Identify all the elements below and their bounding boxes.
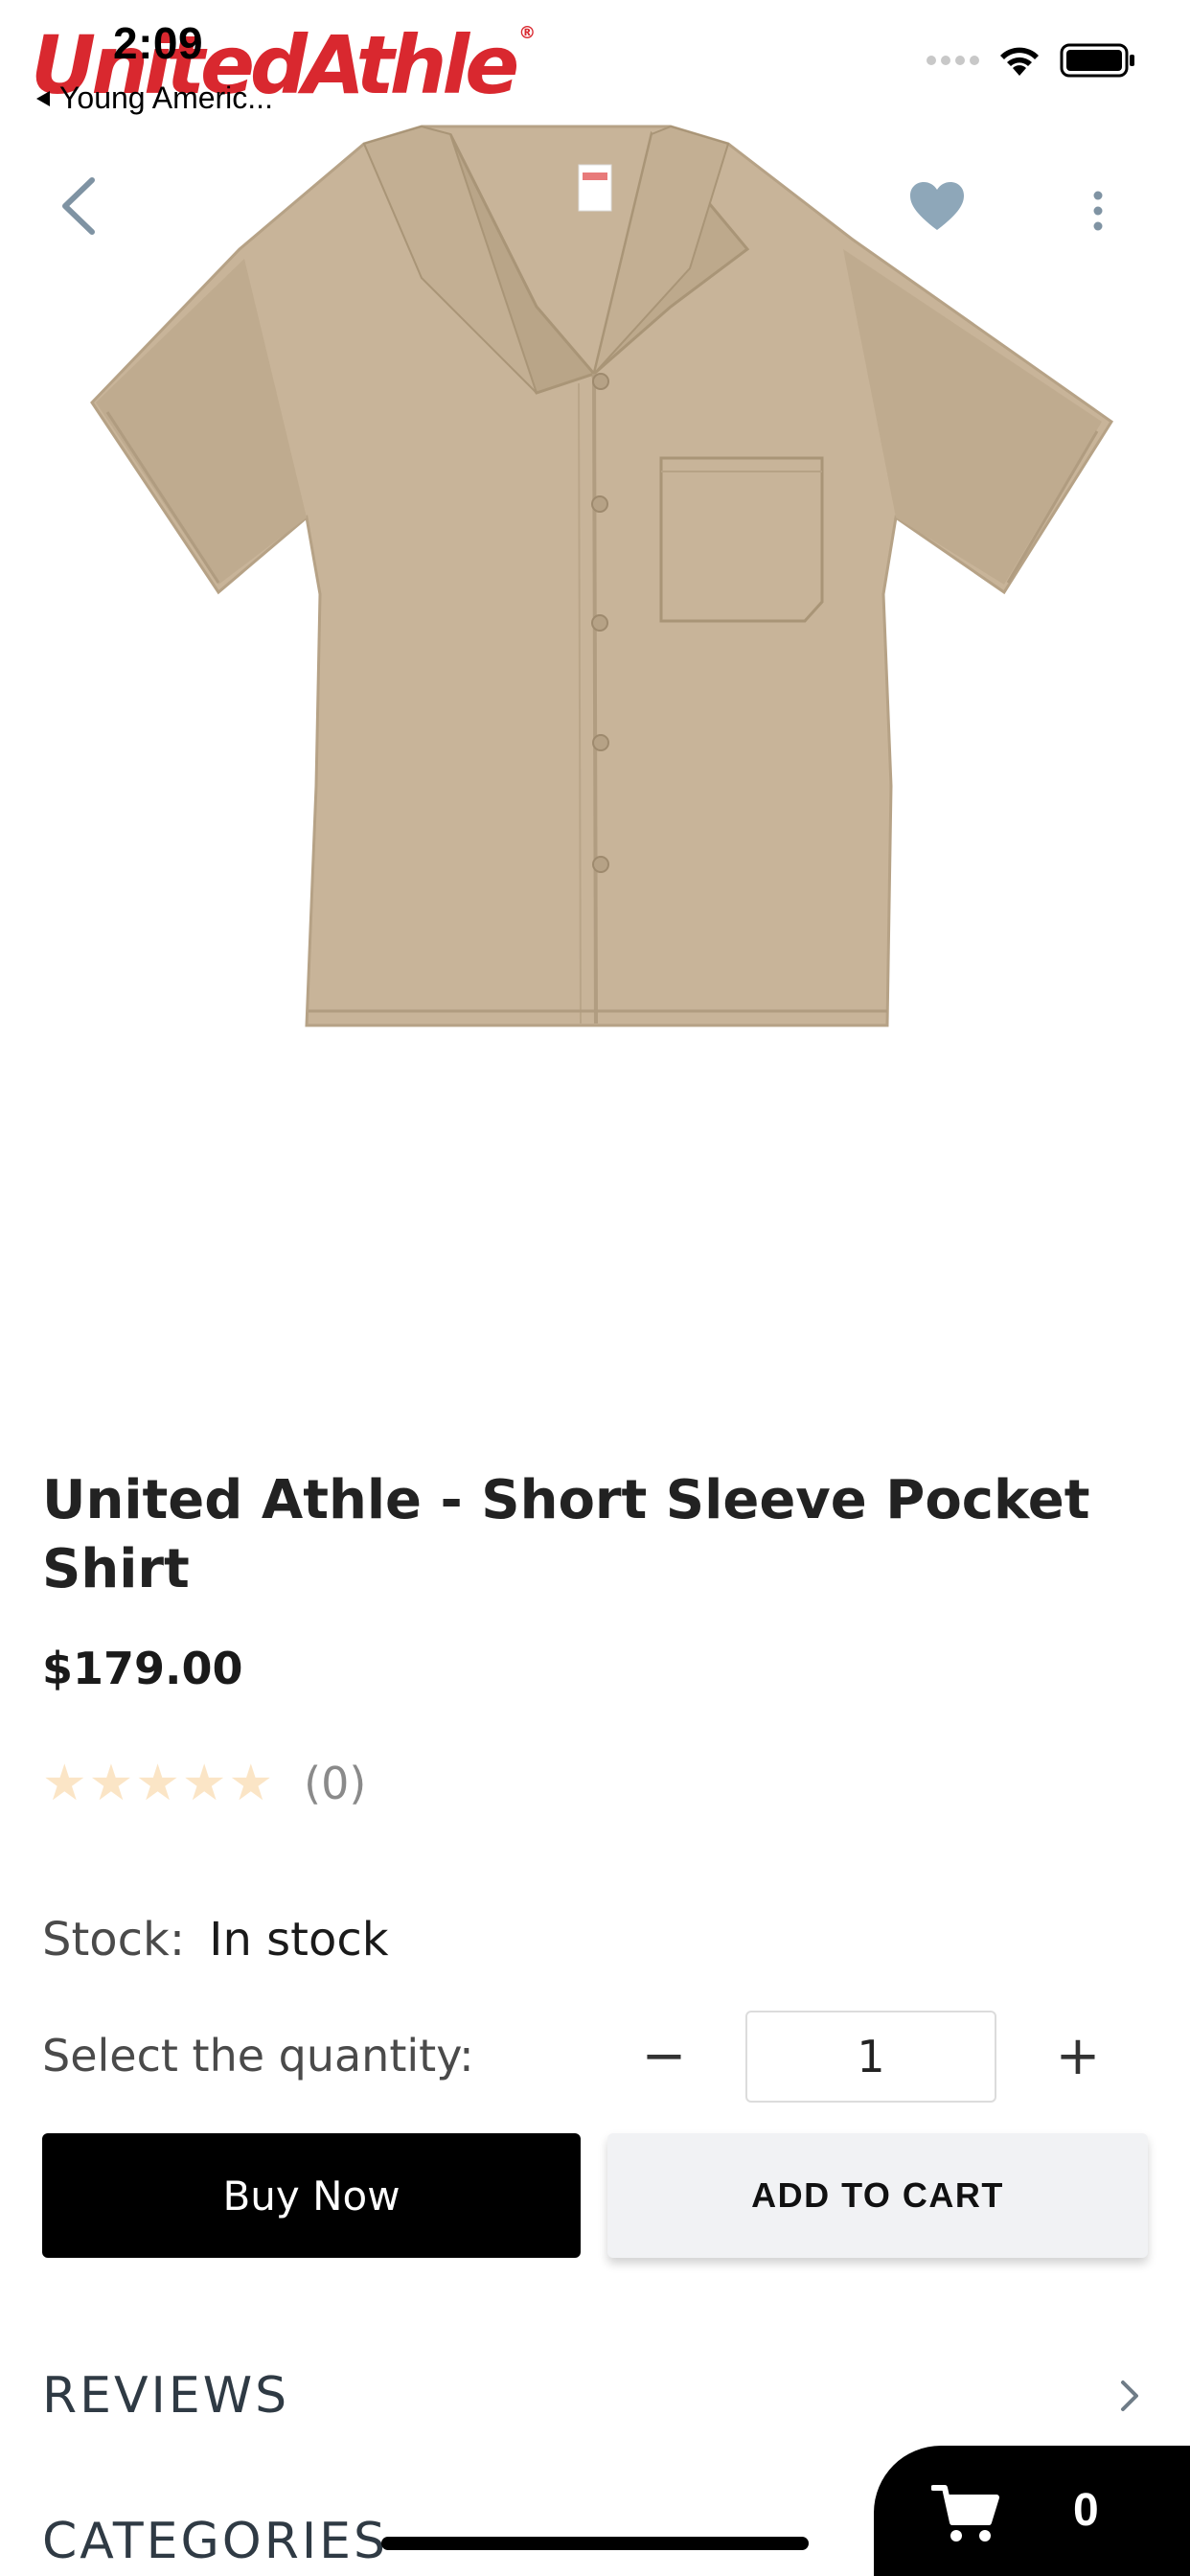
buy-now-button[interactable]: Buy Now — [42, 2133, 581, 2258]
chevron-right-icon — [1121, 2380, 1138, 2411]
wifi-icon — [1000, 47, 1039, 76]
quantity-label: Select the quantity: — [42, 2030, 474, 2082]
rating-stars: ★ ★ ★ ★ ★ — [42, 1759, 273, 1808]
registered-mark: ® — [518, 23, 537, 43]
reviews-section-row[interactable]: REVIEWS — [42, 2348, 1144, 2444]
review-count: (0) — [304, 1758, 367, 1809]
status-indicators — [927, 42, 1136, 79]
shopping-cart-icon — [931, 2485, 999, 2542]
stock-label: Stock: — [42, 1913, 186, 1966]
cellular-signal-icon — [927, 56, 979, 65]
more-vertical-icon — [1093, 191, 1103, 231]
back-button[interactable] — [54, 172, 107, 240]
product-rating[interactable]: ★ ★ ★ ★ ★ (0) — [42, 1758, 366, 1809]
favorite-button[interactable] — [908, 180, 966, 234]
quantity-decrease-button[interactable]: − — [630, 2022, 698, 2089]
home-indicator[interactable] — [381, 2537, 809, 2550]
quantity-increase-button[interactable]: + — [1044, 2022, 1111, 2089]
star-icon: ★ — [228, 1756, 274, 1811]
heart-icon — [910, 182, 964, 230]
stock-status: Stock: In stock — [42, 1913, 389, 1966]
more-options-button[interactable] — [1081, 186, 1115, 240]
product-price: $179.00 — [42, 1643, 243, 1694]
product-page: UnitedAthle ® 2:09 Young Americ... Unite… — [0, 0, 1190, 2576]
stock-value: In stock — [209, 1913, 389, 1966]
add-to-cart-button[interactable]: ADD TO CART — [607, 2133, 1148, 2258]
product-title: United Athle - Short Sleeve Pocket Shirt — [42, 1469, 1090, 1600]
chevron-left-icon — [62, 177, 95, 235]
back-triangle-icon — [36, 90, 50, 106]
star-icon: ★ — [135, 1756, 180, 1811]
cart-count: 0 — [1073, 2485, 1099, 2536]
status-back-to-app[interactable]: Young Americ... — [34, 80, 273, 116]
reviews-label: REVIEWS — [42, 2367, 290, 2425]
star-icon: ★ — [42, 1756, 87, 1811]
product-image — [0, 115, 1190, 1054]
cart-button[interactable]: 0 — [874, 2446, 1190, 2576]
star-icon: ★ — [181, 1756, 227, 1811]
status-back-app-label: Young Americ... — [59, 80, 273, 115]
star-icon: ★ — [88, 1756, 134, 1811]
categories-label: CATEGORIES — [42, 2513, 389, 2570]
status-time: 2:09 — [113, 18, 204, 68]
battery-icon — [1060, 43, 1134, 78]
quantity-input[interactable] — [745, 2011, 996, 2103]
